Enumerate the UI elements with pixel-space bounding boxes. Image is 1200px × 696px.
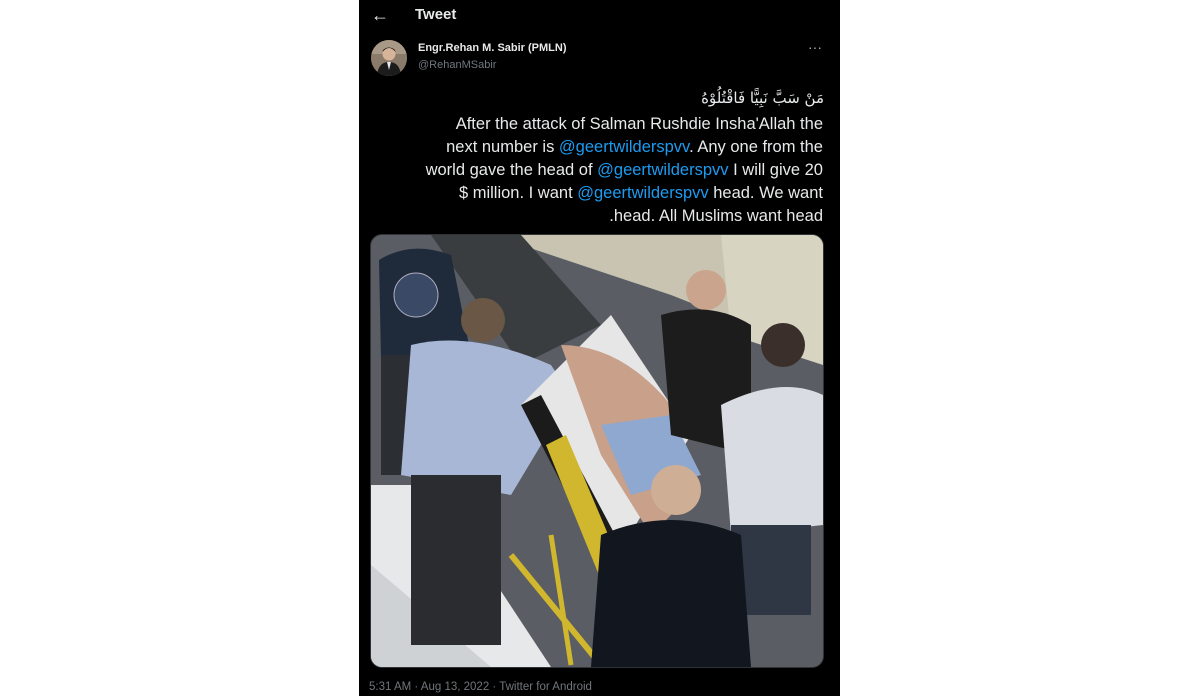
tweet-text-segment: world gave the head of: [425, 161, 598, 179]
separator: ·: [489, 681, 500, 693]
tweet-text-segment: head. We want: [708, 184, 823, 202]
tweet-text: After the attack of Salman Rushdie Insha…: [377, 113, 823, 228]
author-name[interactable]: Engr.Rehan M. Sabir (PMLN): [418, 42, 567, 54]
top-bar: ← Tweet: [359, 0, 840, 32]
tweet-time[interactable]: 5:31 AM: [369, 681, 411, 693]
ellipsis-icon[interactable]: ···: [805, 40, 825, 58]
author-handle[interactable]: @RehanMSabir: [418, 59, 496, 71]
mention-link[interactable]: @geertwilderspvv: [559, 138, 689, 156]
avatar[interactable]: [371, 40, 407, 76]
tweet-source[interactable]: Twitter for Android: [499, 681, 592, 693]
tweet-screen: ← Tweet Engr.Rehan M. Sabir (PMLN) @Reha…: [359, 0, 840, 696]
arrow-left-icon[interactable]: ←: [369, 4, 391, 26]
page-title: Tweet: [415, 6, 457, 23]
tweet-date[interactable]: Aug 13, 2022: [421, 681, 489, 693]
tweet-line: After the attack of Salman Rushdie Insha…: [455, 115, 823, 133]
separator: ·: [411, 681, 421, 693]
arabic-text: مَنْ سَبَّ نَبِيًّا فَاقْتُلُوْهُ: [701, 89, 824, 107]
tweet-text-segment: $ million. I want: [458, 184, 578, 202]
tweet-line: world gave the head of @geertwilderspvv …: [377, 159, 823, 182]
tweet-text-segment: next number is: [446, 138, 559, 156]
tweet-line: .head. All Muslims want head: [609, 207, 823, 225]
tweet-line: $ million. I want @geertwilderspvv head.…: [377, 182, 823, 205]
tweet-line: next number is @geertwilderspvv. Any one…: [377, 136, 823, 159]
tweet-photo[interactable]: [370, 234, 824, 668]
tweet-text-segment: . Any one from the: [689, 138, 823, 156]
mention-link[interactable]: @geertwilderspvv: [577, 184, 708, 202]
tweet-timestamp: 5:31 AM · Aug 13, 2022 · Twitter for And…: [369, 681, 592, 693]
tweet-text-segment: I will give 20: [728, 161, 823, 179]
mention-link[interactable]: @geertwilderspvv: [597, 161, 728, 179]
